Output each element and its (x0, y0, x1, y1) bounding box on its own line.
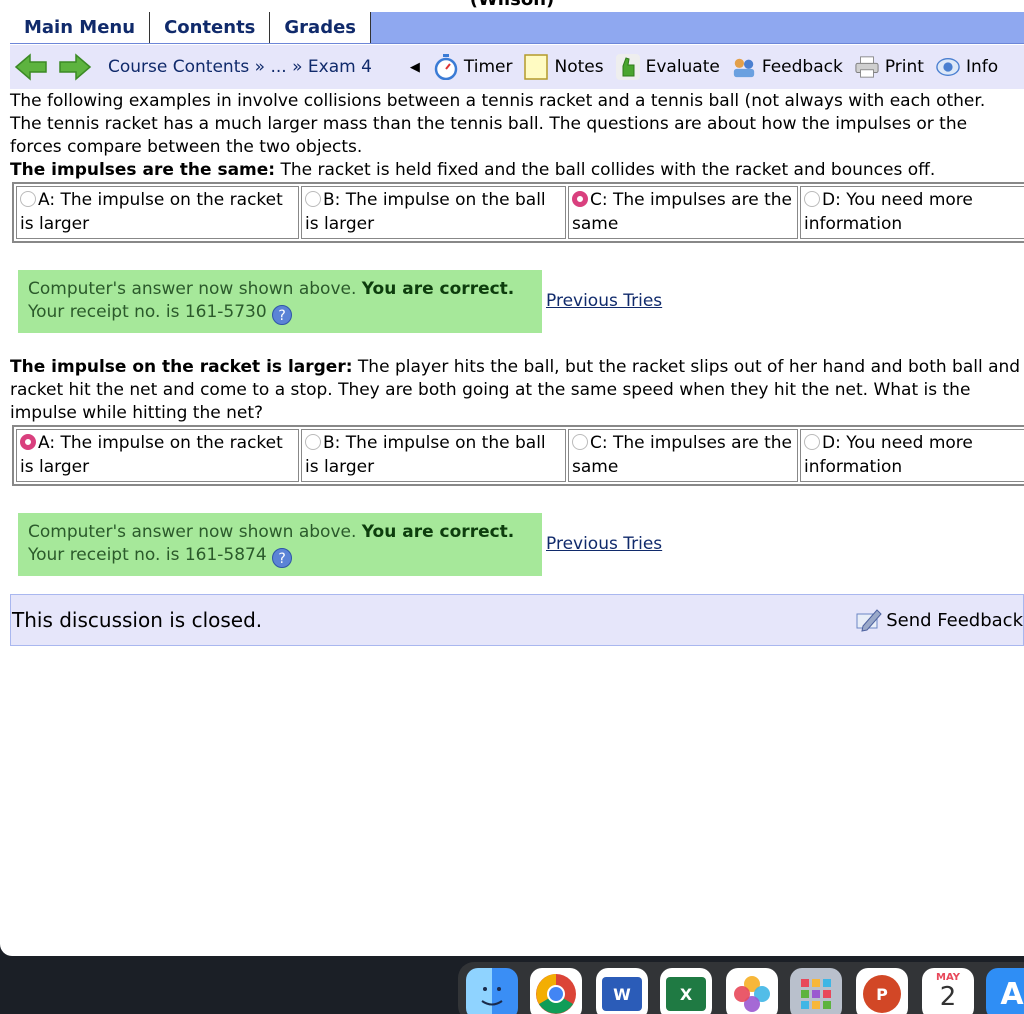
problem-intro-line: The tennis racket has a much larger mass… (10, 114, 968, 134)
radio-button[interactable] (20, 191, 36, 207)
choice-label: D: You need more information (804, 190, 973, 234)
question-prompt: The impulses are the same: The racket is… (10, 159, 1024, 182)
feedback-people-icon (732, 55, 756, 79)
notes-button[interactable]: Notes (524, 54, 604, 80)
notes-label: Notes (554, 57, 604, 77)
pencil-mail-icon (853, 606, 883, 634)
stopwatch-icon (434, 54, 458, 80)
browser-window: (Wilson) Main Menu Contents Grades Cours… (0, 0, 1024, 956)
main-menubar: Main Menu Contents Grades (10, 12, 1024, 44)
print-label: Print (884, 57, 924, 77)
radio-button[interactable] (572, 434, 588, 450)
answer-feedback: Computer's answer now shown above. You a… (18, 270, 1024, 333)
notepad-icon (524, 54, 549, 80)
problem-content: The following examples in involve collis… (10, 90, 1024, 576)
previous-tries-link[interactable]: Previous Tries (546, 290, 662, 313)
choice-c[interactable]: C: The impulses are the same (568, 186, 798, 239)
choice-label: B: The impulse on the ball is larger (305, 433, 546, 477)
evaluate-button[interactable]: Evaluate (615, 54, 720, 80)
navigation-toolbar: Course Contents » ... » Exam 4 ◀ Timer N… (10, 45, 1024, 89)
choice-a[interactable]: A: The impulse on the racket is larger (16, 186, 299, 239)
discussion-status: This discussion is closed. (12, 608, 263, 632)
breadcrumb-course-contents[interactable]: Course Contents (108, 57, 249, 77)
correct-answer-box: Computer's answer now shown above. You a… (18, 513, 542, 576)
choice-label: D: You need more information (804, 433, 973, 477)
result-status: You are correct. (361, 522, 515, 542)
photos-icon[interactable] (726, 968, 778, 1014)
problem-intro-line: The following examples in involve collis… (10, 91, 986, 111)
result-message: Computer's answer now shown above. (28, 279, 362, 299)
choice-label: C: The impulses are the same (572, 433, 792, 477)
window-title: (Wilson) (0, 0, 1024, 12)
choice-a[interactable]: A: The impulse on the racket is larger (16, 429, 299, 482)
radio-button[interactable] (804, 191, 820, 207)
choice-b[interactable]: B: The impulse on the ball is larger (301, 186, 566, 239)
word-icon[interactable]: W (596, 968, 648, 1014)
feedback-label: Feedback (761, 57, 843, 77)
help-icon[interactable]: ? (272, 548, 293, 568)
receipt-number: Your receipt no. is 161-5730 (28, 302, 267, 322)
discussion-bar: This discussion is closed. Send Feedback (10, 594, 1024, 646)
answer-feedback: Computer's answer now shown above. You a… (18, 513, 1024, 576)
send-feedback-button[interactable]: Send Feedback (853, 606, 1023, 634)
choice-label: A: The impulse on the racket is larger (20, 433, 283, 477)
breadcrumb-current: Exam 4 (307, 57, 372, 77)
receipt-number: Your receipt no. is 161-5874 (28, 545, 267, 565)
info-eye-icon (936, 55, 960, 79)
question-title: The impulses are the same: (10, 160, 276, 180)
answer-choices: A: The impulse on the racket is larger B… (12, 182, 1024, 243)
breadcrumb-separator: » (286, 57, 308, 77)
calendar-day: 2 (939, 982, 957, 1012)
chrome-icon[interactable] (530, 968, 582, 1014)
problem-intro-line: forces compare between the two objects. (10, 137, 363, 157)
result-status: You are correct. (361, 279, 515, 299)
choice-label: A: The impulse on the racket is larger (20, 190, 283, 234)
printer-icon (855, 55, 879, 79)
print-button[interactable]: Print (855, 55, 924, 79)
calendar-icon[interactable]: MAY 2 (922, 968, 974, 1014)
breadcrumb: Course Contents » ... » Exam 4 (108, 57, 372, 77)
back-arrow-icon[interactable] (14, 52, 48, 82)
excel-icon[interactable]: X (660, 968, 712, 1014)
finder-icon[interactable] (466, 968, 518, 1014)
send-feedback-label: Send Feedback (886, 609, 1023, 631)
radio-button-selected[interactable] (572, 191, 588, 207)
breadcrumb-ellipsis[interactable]: ... (270, 57, 286, 77)
collapse-toggle[interactable]: ◀ (410, 60, 420, 75)
launchpad-icon[interactable] (790, 968, 842, 1014)
radio-button-selected[interactable] (20, 434, 36, 450)
choice-d[interactable]: D: You need more information (800, 429, 1024, 482)
breadcrumb-separator: » (249, 57, 271, 77)
result-message: Computer's answer now shown above. (28, 522, 362, 542)
radio-button[interactable] (305, 434, 321, 450)
info-button[interactable]: Info (936, 55, 998, 79)
app-store-icon[interactable]: A (986, 968, 1024, 1014)
radio-button[interactable] (804, 434, 820, 450)
timer-label: Timer (463, 57, 513, 77)
radio-button[interactable] (305, 191, 321, 207)
help-icon[interactable]: ? (272, 305, 293, 325)
tab-grades[interactable]: Grades (270, 12, 372, 43)
question-prompt: The impulse on the racket is larger: The… (10, 356, 1024, 425)
question-title: The impulse on the racket is larger: (10, 357, 353, 377)
question-text: The racket is held fixed and the ball co… (275, 160, 936, 180)
correct-answer-box: Computer's answer now shown above. You a… (18, 270, 542, 333)
choice-label: B: The impulse on the ball is larger (305, 190, 546, 234)
thumbs-up-icon (615, 54, 640, 80)
evaluate-label: Evaluate (645, 57, 720, 77)
info-label: Info (965, 57, 999, 77)
answer-choices: A: The impulse on the racket is larger B… (12, 425, 1024, 486)
tab-main-menu[interactable]: Main Menu (10, 12, 151, 43)
forward-arrow-icon[interactable] (58, 52, 92, 82)
choice-d[interactable]: D: You need more information (800, 186, 1024, 239)
previous-tries-link[interactable]: Previous Tries (546, 533, 662, 556)
tab-contents[interactable]: Contents (150, 12, 271, 43)
choice-c[interactable]: C: The impulses are the same (568, 429, 798, 482)
triangle-left-icon: ◀ (409, 59, 420, 75)
choice-label: C: The impulses are the same (572, 190, 792, 234)
timer-button[interactable]: Timer (434, 54, 513, 80)
choice-b[interactable]: B: The impulse on the ball is larger (301, 429, 566, 482)
powerpoint-icon[interactable]: P (856, 968, 908, 1014)
feedback-button[interactable]: Feedback (732, 55, 843, 79)
